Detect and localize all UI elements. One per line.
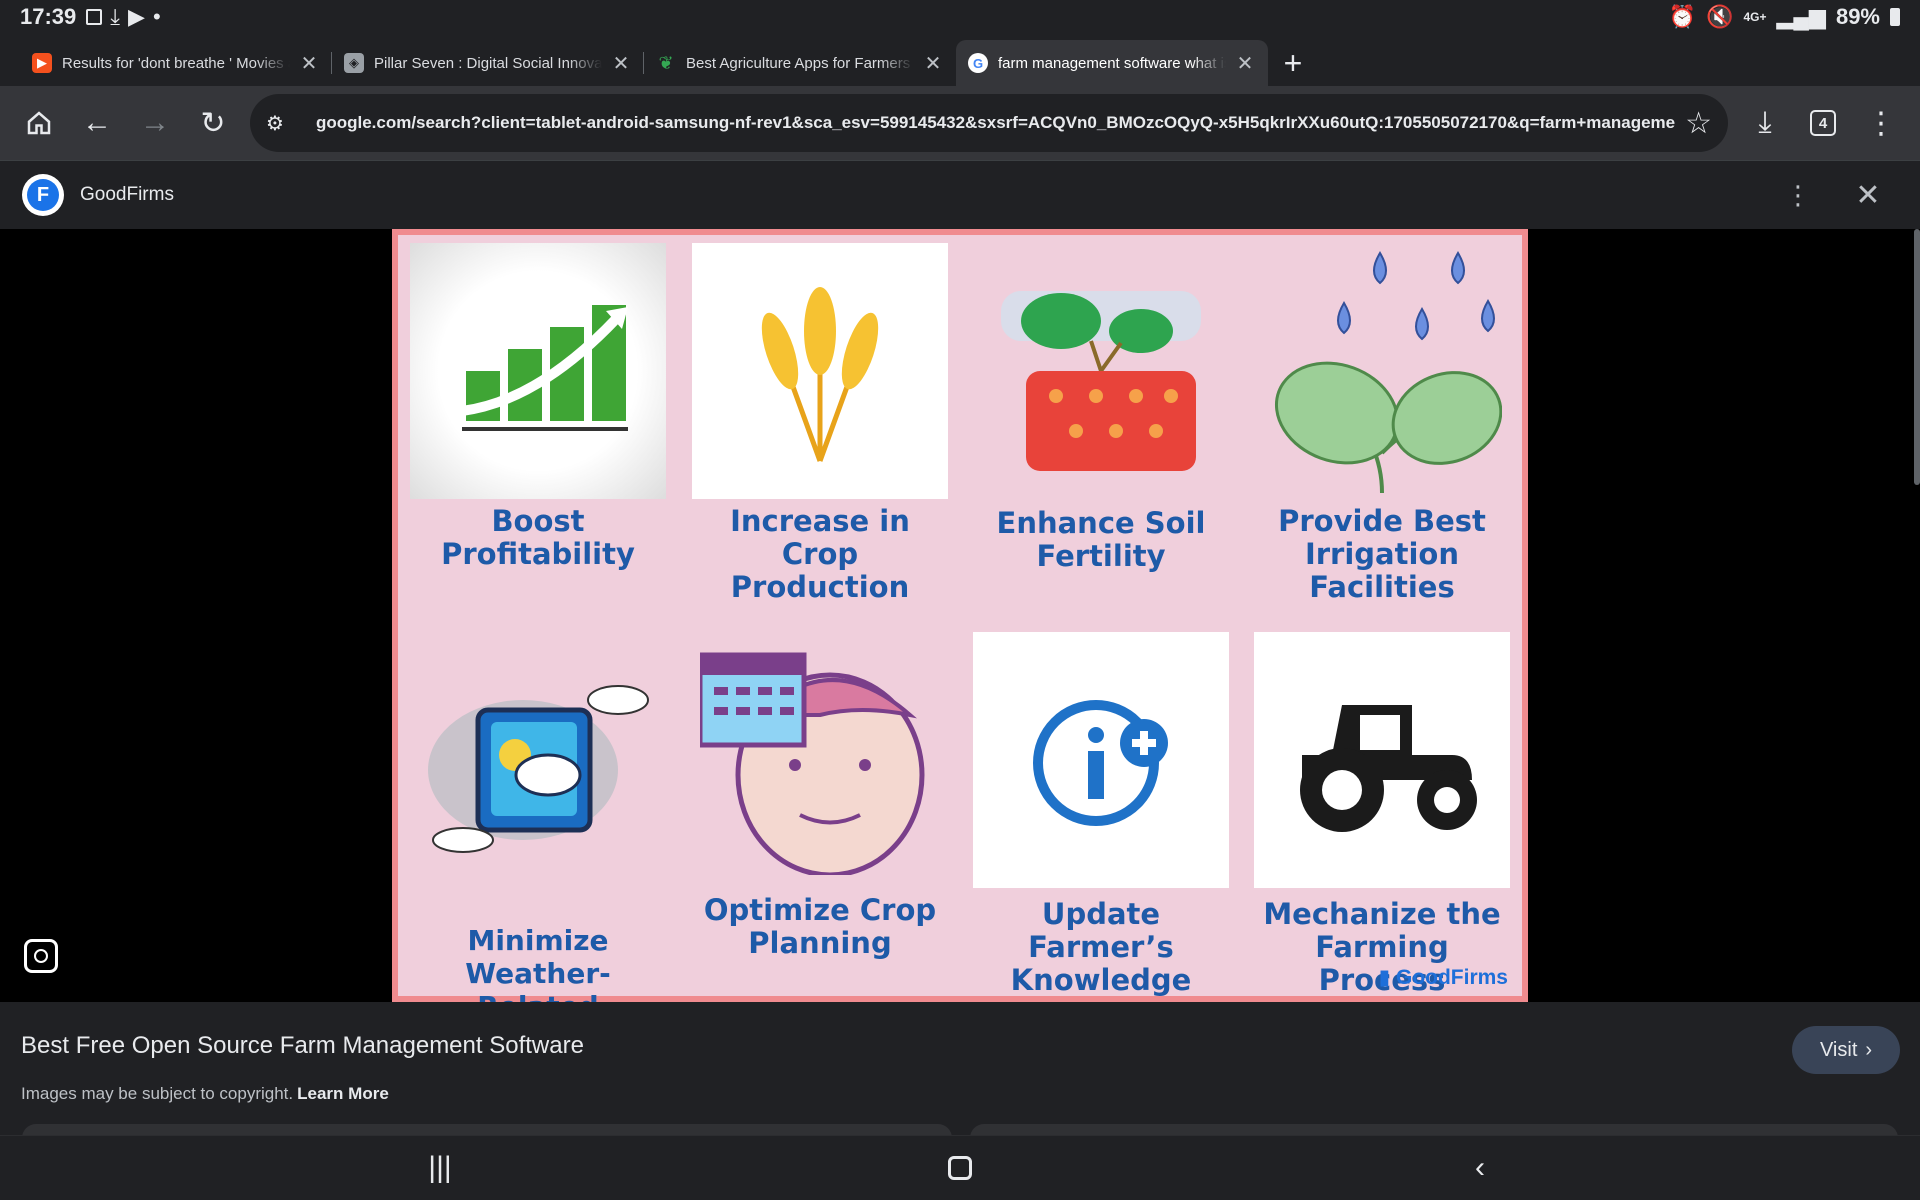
tab-title: farm management software what is t bbox=[998, 54, 1226, 72]
more-menu-icon[interactable]: ⋮ bbox=[1852, 93, 1910, 153]
recent-apps-icon[interactable]: ||| bbox=[390, 1138, 490, 1198]
item-label: Increase in Crop Production bbox=[730, 504, 910, 604]
scrollbar[interactable] bbox=[1914, 229, 1920, 485]
item-label: Update Farmer’s Knowledge bbox=[1010, 897, 1192, 997]
infographic-item: Minimize Weather-Related Uncertainties bbox=[410, 632, 666, 1056]
back-nav-icon[interactable]: ‹ bbox=[1430, 1138, 1530, 1198]
learn-more-link[interactable]: Learn More bbox=[297, 1084, 389, 1103]
google-lens-icon[interactable] bbox=[24, 939, 58, 973]
image-title[interactable]: Best Free Open Source Farm Management So… bbox=[21, 1032, 584, 1060]
network-label: 4G+ bbox=[1743, 10, 1767, 24]
back-icon[interactable]: ← bbox=[68, 93, 126, 153]
browser-tab[interactable]: ❦ Best Agriculture Apps for Farmers 20 ✕ bbox=[644, 40, 956, 86]
gallery-icon bbox=[86, 9, 103, 25]
infographic-item: Enhance Soil Fertility bbox=[973, 243, 1229, 573]
source-logo-icon: F bbox=[22, 174, 64, 216]
forward-icon[interactable]: → bbox=[126, 93, 184, 153]
image-viewer: Boost Profitability Increase in Crop Pro… bbox=[0, 229, 1920, 1056]
irrigation-leaves-icon bbox=[1254, 243, 1510, 499]
tractor-icon bbox=[1254, 632, 1510, 888]
browser-tab[interactable]: ◈ Pillar Seven : Digital Social Innovati… bbox=[332, 40, 644, 86]
home-icon[interactable] bbox=[10, 93, 68, 153]
close-icon[interactable]: ✕ bbox=[1234, 51, 1256, 76]
crop-planning-head-icon bbox=[692, 632, 948, 888]
goodfirms-watermark: ▮ GoodFirms bbox=[1378, 966, 1508, 989]
clock: 17:39 bbox=[20, 4, 77, 29]
status-bar: 17:39 ⤓ ▶ • ⏰ 🔇 4G+ ▂▄▆ 89% bbox=[0, 0, 1920, 34]
close-icon[interactable]: ✕ bbox=[298, 51, 320, 76]
image-source-bar: F GoodFirms ⋮ ✕ bbox=[0, 160, 1920, 229]
system-nav-bar: ||| ‹ bbox=[0, 1135, 1920, 1200]
new-tab-button[interactable]: + bbox=[1268, 40, 1318, 86]
info-plus-icon bbox=[973, 632, 1229, 888]
item-label: Optimize Crop Planning bbox=[703, 893, 937, 960]
profitability-chart-icon bbox=[410, 243, 666, 499]
address-bar[interactable]: ⚙ google.com/search?client=tablet-androi… bbox=[249, 94, 1729, 152]
copyright-notice: Images may be subject to copyright. Learn… bbox=[21, 1084, 389, 1103]
tab-title: Results for 'dont breathe ' Movies an bbox=[62, 54, 290, 72]
download-icon: ⤓ bbox=[110, 4, 121, 29]
signal-icon: ▂▄▆ bbox=[1776, 4, 1826, 29]
tab-strip: ▶ Results for 'dont breathe ' Movies an … bbox=[0, 34, 1920, 86]
source-name[interactable]: GoodFirms bbox=[80, 184, 174, 206]
infographic-image[interactable]: Boost Profitability Increase in Crop Pro… bbox=[392, 229, 1528, 1056]
item-label: Boost Profitability bbox=[441, 504, 635, 571]
tab-count: 4 bbox=[1810, 110, 1836, 136]
home-button-icon[interactable] bbox=[910, 1138, 1010, 1198]
bookmark-star-icon[interactable]: ☆ bbox=[1685, 106, 1712, 141]
google-icon: G bbox=[968, 53, 988, 73]
browser-tab-active[interactable]: G farm management software what is t ✕ bbox=[956, 40, 1268, 86]
weather-icon bbox=[410, 632, 666, 888]
tab-switcher-button[interactable]: 4 bbox=[1794, 93, 1852, 153]
close-icon[interactable]: ✕ bbox=[922, 51, 944, 76]
leaf-icon: ❦ bbox=[658, 52, 674, 73]
wheat-icon bbox=[692, 243, 948, 499]
infographic-item: Boost Profitability bbox=[410, 243, 666, 571]
url-text[interactable]: google.com/search?client=tablet-android-… bbox=[316, 113, 1675, 133]
battery-icon bbox=[1890, 8, 1900, 26]
more-options-icon[interactable]: ⋮ bbox=[1778, 180, 1818, 211]
close-icon[interactable]: ✕ bbox=[1838, 178, 1898, 213]
browser-tab[interactable]: ▶ Results for 'dont breathe ' Movies an … bbox=[20, 40, 332, 86]
download-icon[interactable]: ⤓ bbox=[1736, 93, 1794, 153]
reload-icon[interactable]: ↻ bbox=[184, 93, 242, 153]
infographic-item: Update Farmer’s Knowledge bbox=[973, 632, 1229, 997]
visit-button[interactable]: Visit › bbox=[1792, 1026, 1900, 1074]
cube-icon: ◈ bbox=[344, 53, 364, 73]
play-icon: ▶ bbox=[128, 4, 145, 29]
tab-title: Pillar Seven : Digital Social Innovatio bbox=[374, 54, 602, 72]
alarm-icon: ⏰ bbox=[1668, 4, 1697, 29]
close-icon[interactable]: ✕ bbox=[610, 51, 632, 76]
tab-title: Best Agriculture Apps for Farmers 20 bbox=[686, 54, 914, 72]
browser-toolbar: ← → ↻ ⚙ google.com/search?client=tablet-… bbox=[0, 86, 1920, 160]
dot-icon: • bbox=[152, 4, 161, 29]
mute-icon: 🔇 bbox=[1706, 4, 1734, 29]
battery-level: 89% bbox=[1835, 4, 1880, 29]
infographic-item: Increase in Crop Production bbox=[692, 243, 948, 604]
infographic-item: Mechanize the Farming Process bbox=[1254, 632, 1510, 997]
infographic-item: Optimize Crop Planning bbox=[692, 632, 948, 960]
play-icon: ▶ bbox=[32, 53, 52, 73]
soil-sprout-icon bbox=[973, 243, 1229, 499]
infographic-item: Provide Best Irrigation Facilities bbox=[1254, 243, 1510, 604]
item-label: Enhance Soil Fertility bbox=[996, 506, 1206, 573]
image-info-panel: Best Free Open Source Farm Management So… bbox=[0, 1002, 1920, 1138]
site-settings-icon[interactable]: ⚙ bbox=[266, 111, 300, 136]
item-label: Provide Best Irrigation Facilities bbox=[1278, 504, 1486, 604]
chevron-right-icon: › bbox=[1865, 1038, 1873, 1061]
